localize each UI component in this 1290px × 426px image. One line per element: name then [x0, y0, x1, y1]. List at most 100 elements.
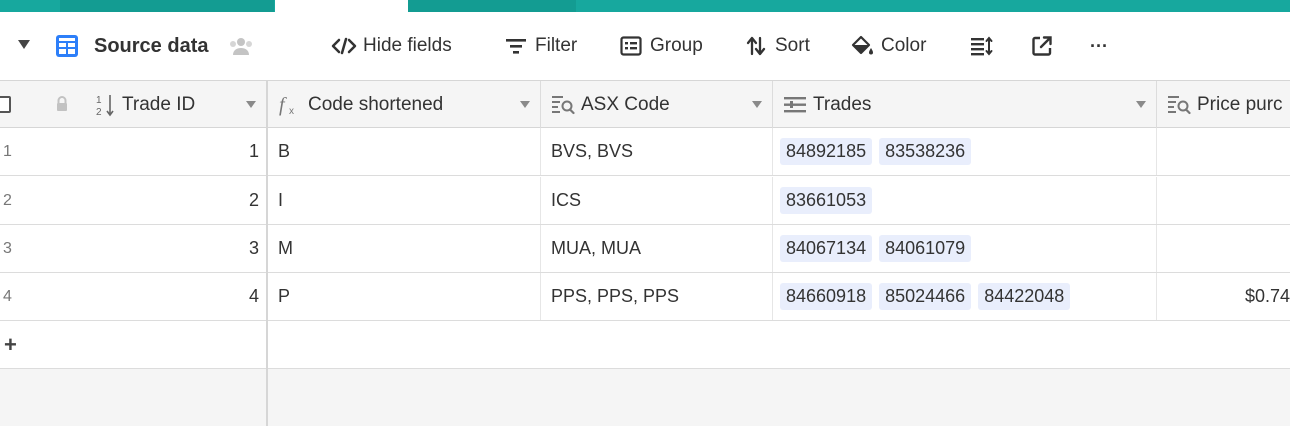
linked-record-pill[interactable]: 84061079: [879, 235, 972, 262]
cell-asx-code[interactable]: ICS: [541, 177, 773, 224]
linked-record-pill[interactable]: 84422048: [978, 283, 1071, 310]
cell-code-shortened[interactable]: I: [268, 177, 541, 224]
grid-view-icon: [54, 33, 80, 59]
cell-trades[interactable]: 84892185 83538236: [773, 128, 1157, 175]
table-tab[interactable]: [60, 0, 274, 12]
cell-trade-id[interactable]: 3: [60, 225, 267, 272]
cell-trades[interactable]: 84660918 85024466 84422048: [773, 273, 1157, 320]
cell-price[interactable]: [1157, 177, 1290, 224]
cell-code-shortened[interactable]: B: [268, 128, 541, 175]
plus-icon: +: [4, 331, 17, 357]
share-view-button[interactable]: [1029, 12, 1061, 80]
hide-fields-label: Hide fields: [363, 35, 452, 56]
external-link-icon: [1029, 33, 1055, 59]
column-label: Trade ID: [122, 94, 196, 115]
cell-asx-code[interactable]: PPS, PPS, PPS: [541, 273, 773, 320]
hide-fields-button[interactable]: Hide fields: [331, 12, 452, 80]
row-number: 3: [3, 239, 12, 257]
view-switcher[interactable]: Source data: [54, 12, 260, 80]
frozen-column-divider: [266, 80, 268, 426]
cell-trade-id[interactable]: 1: [60, 128, 267, 175]
cell-code-shortened[interactable]: P: [268, 273, 541, 320]
row-number: 1: [3, 142, 12, 160]
data-grid: 1 2 Trade ID f x Code shortened ASX Code…: [0, 80, 1290, 426]
view-toolbar: Source data Hide fields Filter Group Sor…: [0, 12, 1290, 80]
table-row[interactable]: 4 4 P PPS, PPS, PPS 84660918 85024466 84…: [0, 273, 1290, 321]
table-row[interactable]: 2 2 I ICS 83661053: [0, 177, 1290, 225]
column-header-trade-id[interactable]: 1 2 Trade ID: [0, 81, 267, 128]
svg-text:x: x: [289, 106, 294, 117]
column-label: ASX Code: [581, 93, 670, 115]
linked-record-pill[interactable]: 83538236: [879, 138, 972, 165]
cell-price[interactable]: [1157, 225, 1290, 272]
linked-record-pill[interactable]: 84660918: [780, 283, 873, 310]
sort-label: Sort: [775, 35, 810, 56]
linked-record-pill[interactable]: 84892185: [780, 138, 873, 165]
row-number: 4: [3, 287, 12, 305]
svg-text:f: f: [279, 94, 287, 116]
more-icon: ···: [1090, 35, 1108, 56]
column-label: Code shortened: [308, 93, 444, 115]
table-tab-active[interactable]: [275, 0, 408, 12]
table-row[interactable]: 1 1 B BVS, BVS 84892185 83538236: [0, 128, 1290, 176]
cell-trade-id[interactable]: 4: [60, 273, 267, 320]
select-all-checkbox[interactable]: [0, 96, 11, 113]
formula-icon: f x: [278, 93, 302, 117]
paint-bucket-icon: [849, 33, 875, 59]
more-options-button[interactable]: ···: [1090, 12, 1108, 80]
color-label: Color: [881, 35, 927, 56]
cell-trades[interactable]: 84067134 84061079: [773, 225, 1157, 272]
column-menu-caret-icon[interactable]: [1136, 101, 1146, 108]
row-number: 2: [3, 191, 12, 209]
svg-text:1: 1: [96, 95, 102, 106]
filter-label: Filter: [535, 35, 578, 56]
grid-empty-area: [268, 369, 1290, 426]
table-row[interactable]: 3 3 M MUA, MUA 84067134 84061079: [0, 225, 1290, 273]
svg-text:2: 2: [96, 107, 102, 118]
sort-button[interactable]: Sort: [743, 12, 810, 80]
lookup-icon: [551, 93, 575, 117]
view-switcher-caret-icon[interactable]: [18, 40, 30, 49]
filter-button[interactable]: Filter: [503, 12, 577, 80]
column-label: Price purc: [1197, 93, 1283, 115]
color-button[interactable]: Color: [849, 12, 926, 80]
column-menu-caret-icon[interactable]: [246, 101, 256, 108]
grid-empty-area: [0, 369, 266, 426]
cell-price[interactable]: $0.74: [1157, 273, 1290, 320]
row-height-icon: [968, 33, 994, 59]
table-tab[interactable]: [408, 0, 576, 12]
column-menu-caret-icon[interactable]: [752, 101, 762, 108]
lock-icon: [55, 95, 69, 119]
add-record-button[interactable]: +: [0, 321, 267, 369]
group-button[interactable]: Group: [618, 12, 703, 80]
view-name: Source data: [94, 34, 209, 57]
linked-record-icon: [783, 93, 807, 117]
column-header-code-shortened[interactable]: f x Code shortened: [268, 81, 541, 128]
collaborators-icon[interactable]: [228, 33, 254, 59]
cell-price[interactable]: [1157, 128, 1290, 175]
cell-asx-code[interactable]: MUA, MUA: [541, 225, 773, 272]
sort-icon: [743, 33, 769, 59]
column-label: Trades: [813, 93, 872, 115]
column-menu-caret-icon[interactable]: [520, 101, 530, 108]
column-header-asx-code[interactable]: ASX Code: [541, 81, 773, 128]
cell-asx-code[interactable]: BVS, BVS: [541, 128, 773, 175]
add-record-row-fill[interactable]: [268, 321, 1290, 369]
hide-fields-icon: [331, 33, 357, 59]
row-height-button[interactable]: [968, 12, 1000, 80]
cell-code-shortened[interactable]: M: [268, 225, 541, 272]
linked-record-pill[interactable]: 85024466: [879, 283, 972, 310]
lookup-icon: [1167, 93, 1191, 117]
sort-number-icon: 1 2: [95, 92, 117, 118]
table-tabs-bar: [0, 0, 1290, 12]
column-header-row: 1 2 Trade ID f x Code shortened ASX Code…: [0, 80, 1290, 128]
group-label: Group: [650, 35, 703, 56]
column-header-price[interactable]: Price purc: [1157, 81, 1290, 128]
column-header-trades[interactable]: Trades: [773, 81, 1157, 128]
linked-record-pill[interactable]: 83661053: [780, 187, 873, 214]
group-icon: [618, 33, 644, 59]
cell-trades[interactable]: 83661053: [773, 177, 1157, 224]
linked-record-pill[interactable]: 84067134: [780, 235, 873, 262]
filter-icon: [503, 33, 529, 59]
cell-trade-id[interactable]: 2: [60, 177, 267, 224]
